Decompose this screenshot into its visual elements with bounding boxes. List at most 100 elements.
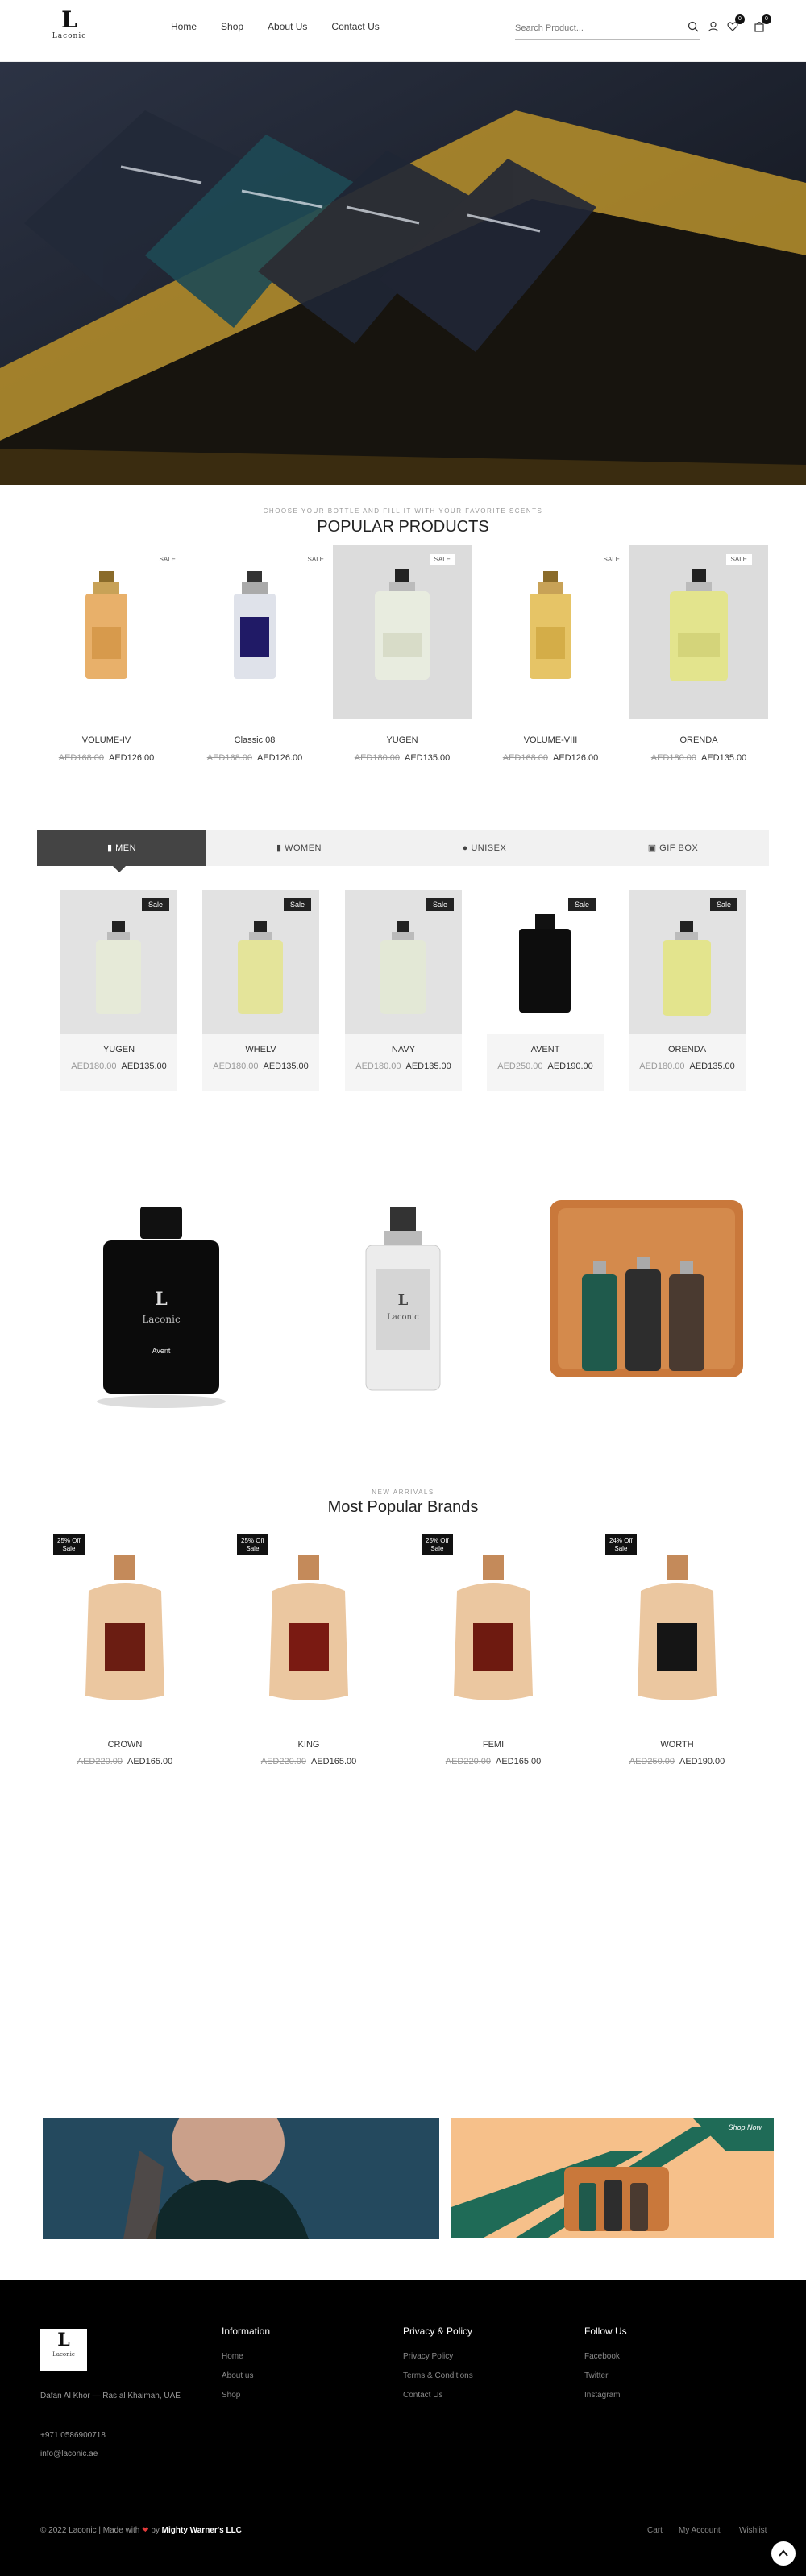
product-name[interactable]: WORTH bbox=[592, 1740, 762, 1750]
nav-home[interactable]: Home bbox=[171, 21, 197, 32]
wishlist-icon[interactable]: 0 bbox=[727, 14, 745, 34]
account-icon[interactable] bbox=[708, 21, 721, 34]
tab-men[interactable]: ▮ MEN bbox=[37, 830, 206, 866]
product-name[interactable]: KING bbox=[224, 1740, 393, 1750]
tab-product-card[interactable]: Sale ORENDA AED180.00 AED135.00 bbox=[629, 890, 746, 1091]
product-name[interactable]: VOLUME-VIII bbox=[481, 735, 620, 745]
site-footer: L Laconic Dafan Al Khor — Ras al Khaimah… bbox=[0, 2280, 806, 2576]
product-name[interactable]: VOLUME-IV bbox=[37, 735, 176, 745]
company-link[interactable]: Mighty Warner's LLC bbox=[162, 2526, 242, 2535]
tab-product-card[interactable]: Sale YUGEN AED180.00 AED135.00 bbox=[60, 890, 177, 1091]
tab-label: GIF BOX bbox=[659, 843, 699, 853]
footer-link-instagram[interactable]: Instagram bbox=[584, 2391, 620, 2400]
sale-price: AED165.00 bbox=[496, 1757, 542, 1766]
old-price: AED180.00 bbox=[639, 1062, 685, 1071]
product-name[interactable]: YUGEN bbox=[333, 735, 472, 745]
product-name[interactable]: NAVY bbox=[345, 1045, 462, 1054]
footer-link-home[interactable]: Home bbox=[222, 2352, 243, 2361]
showcase-black-bottle[interactable]: L Laconic Avent bbox=[81, 1184, 242, 1418]
sale-price: AED190.00 bbox=[547, 1062, 593, 1071]
cart-icon[interactable]: 0 bbox=[754, 14, 771, 34]
showcase-clear-bottle[interactable]: L Laconic bbox=[347, 1192, 459, 1410]
footer-link-contact-us[interactable]: Contact Us bbox=[403, 2391, 442, 2400]
product-name[interactable]: AVENT bbox=[487, 1045, 604, 1054]
showcase-brand-text: Laconic bbox=[142, 1314, 181, 1325]
sale-price: AED135.00 bbox=[701, 753, 747, 763]
product-name[interactable]: ORENDA bbox=[629, 1045, 746, 1054]
product-price: AED220.00 AED165.00 bbox=[224, 1757, 393, 1766]
footer-logo[interactable]: L Laconic bbox=[40, 2329, 87, 2371]
svg-text:L: L bbox=[398, 1292, 409, 1309]
footer-link-twitter[interactable]: Twitter bbox=[584, 2371, 608, 2380]
footer-link-facebook[interactable]: Facebook bbox=[584, 2352, 620, 2361]
footer-bottom-account[interactable]: My Account bbox=[679, 2526, 721, 2535]
chevron-up-icon bbox=[779, 2549, 788, 2557]
product-price: AED250.00 AED190.00 bbox=[592, 1757, 762, 1766]
product-price: AED220.00 AED165.00 bbox=[40, 1757, 210, 1766]
tab-women[interactable]: ▮ WOMEN bbox=[206, 830, 392, 866]
nav-shop[interactable]: Shop bbox=[221, 21, 243, 32]
footer-heading-information: Information bbox=[222, 2325, 271, 2337]
old-price: AED168.00 bbox=[58, 753, 104, 763]
product-image bbox=[629, 890, 746, 1034]
tab-unisex[interactable]: ● UNISEX bbox=[392, 830, 577, 866]
main-nav: Home Shop About Us Contact Us bbox=[171, 21, 404, 32]
product-image bbox=[481, 545, 620, 719]
wishlist-count-badge: 0 bbox=[735, 14, 745, 24]
old-price: AED180.00 bbox=[355, 1062, 401, 1071]
product-name[interactable]: CROWN bbox=[40, 1740, 210, 1750]
site-logo[interactable]: L Laconic bbox=[47, 8, 92, 48]
cart-count-badge: 0 bbox=[762, 14, 771, 24]
nav-contact-us[interactable]: Contact Us bbox=[331, 21, 379, 32]
footer-link-privacy-policy[interactable]: Privacy Policy bbox=[403, 2352, 453, 2361]
discount-badge: 24% Off Sale bbox=[605, 1534, 637, 1555]
product-price: AED180.00 AED135.00 bbox=[202, 1062, 319, 1071]
footer-phone[interactable]: +971 0586900718 bbox=[40, 2431, 106, 2440]
gift-icon: ▣ bbox=[647, 843, 660, 853]
product-name[interactable]: ORENDA bbox=[629, 735, 768, 745]
footer-link-terms[interactable]: Terms & Conditions bbox=[403, 2371, 473, 2380]
category-tabs: ▮ MEN ▮ WOMEN ● UNISEX ▣ GIF BOX bbox=[37, 830, 769, 866]
sale-price: AED165.00 bbox=[311, 1757, 357, 1766]
discount-badge: 25% Off Sale bbox=[237, 1534, 268, 1555]
footer-link-shop[interactable]: Shop bbox=[222, 2391, 240, 2400]
bottle-icon: ▮ bbox=[106, 843, 116, 853]
search-input[interactable] bbox=[515, 18, 676, 39]
old-price: AED220.00 bbox=[445, 1757, 491, 1766]
sale-price: AED135.00 bbox=[405, 1062, 451, 1071]
popular-title: POPULAR PRODUCTS bbox=[317, 518, 489, 536]
tab-product-card[interactable]: Sale NAVY AED180.00 AED135.00 bbox=[345, 890, 462, 1091]
sale-label: Sale bbox=[614, 1545, 628, 1552]
product-price: AED180.00 AED135.00 bbox=[629, 1062, 746, 1071]
product-price: AED168.00 AED126.00 bbox=[185, 753, 324, 763]
footer-heading-follow-us: Follow Us bbox=[584, 2325, 627, 2337]
tab-product-card[interactable]: Sale WHELV AED180.00 AED135.00 bbox=[202, 890, 319, 1091]
product-image bbox=[592, 1534, 762, 1720]
footer-heading-privacy: Privacy & Policy bbox=[403, 2325, 473, 2337]
discount-badge: 25% Off Sale bbox=[422, 1534, 453, 1555]
showcase-gift-box[interactable] bbox=[542, 1197, 751, 1390]
product-name[interactable]: YUGEN bbox=[60, 1045, 177, 1054]
footer-bottom-wishlist[interactable]: Wishlist bbox=[739, 2526, 767, 2535]
scroll-to-top-button[interactable] bbox=[771, 2541, 796, 2566]
tab-product-card[interactable]: Sale AVENT AED250.00 AED190.00 bbox=[487, 890, 604, 1091]
product-name[interactable]: FEMI bbox=[409, 1740, 578, 1750]
tab-gift-box[interactable]: ▣ GIF BOX bbox=[577, 830, 769, 866]
footer-link-about-us[interactable]: About us bbox=[222, 2371, 253, 2380]
footer-email[interactable]: info@laconic.ae bbox=[40, 2450, 98, 2458]
product-image bbox=[37, 545, 176, 719]
discount-percent: 25% Off bbox=[241, 1537, 264, 1544]
promo-banner-left[interactable] bbox=[43, 2118, 439, 2239]
footer-bottom-cart[interactable]: Cart bbox=[647, 2526, 663, 2535]
product-name[interactable]: Classic 08 bbox=[185, 735, 324, 745]
promo-banner-right[interactable]: Shop Now bbox=[451, 2118, 774, 2238]
sale-badge: Sale bbox=[141, 898, 169, 911]
heart-icon: ❤ bbox=[142, 2526, 149, 2535]
sale-badge: Sale bbox=[426, 898, 454, 911]
search-box bbox=[515, 18, 700, 40]
old-price: AED220.00 bbox=[260, 1757, 306, 1766]
nav-about-us[interactable]: About Us bbox=[268, 21, 307, 32]
search-icon[interactable] bbox=[688, 21, 700, 34]
logo-mark: L bbox=[61, 6, 77, 33]
product-name[interactable]: WHELV bbox=[202, 1045, 319, 1054]
